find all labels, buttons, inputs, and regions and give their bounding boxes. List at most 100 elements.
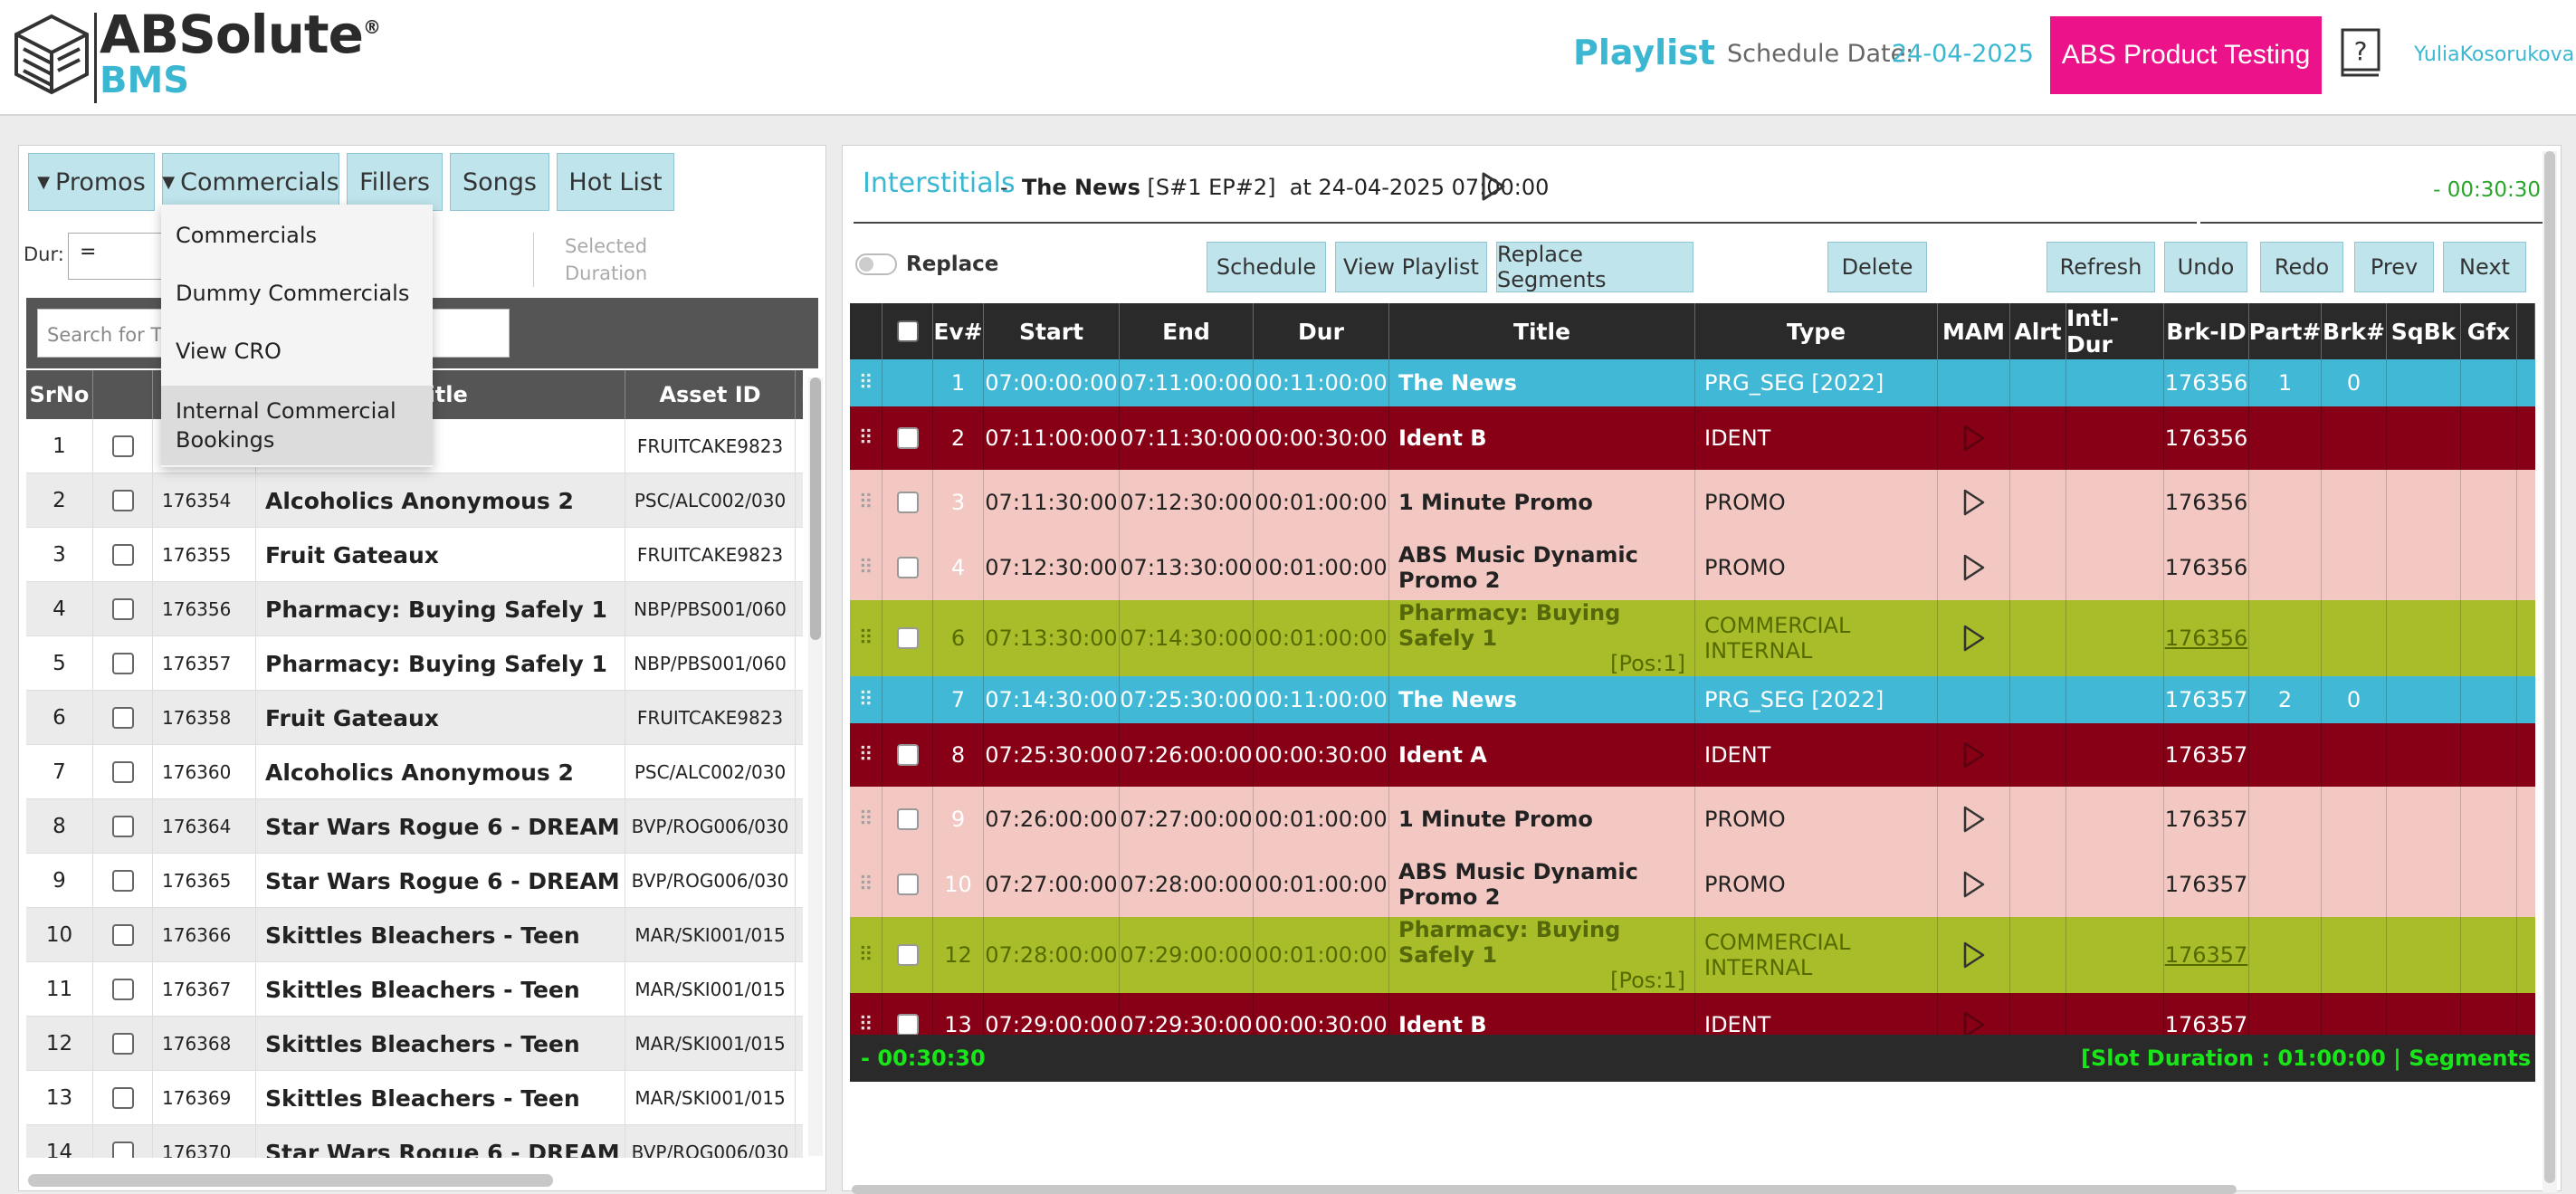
replace-toggle[interactable]: Replace [855,253,998,276]
row-checkbox[interactable] [111,870,134,892]
delete-button[interactable]: Delete [1827,242,1927,292]
username-link[interactable]: YuliaKosorukova [2414,43,2574,66]
row-checkbox[interactable] [896,1014,919,1036]
play-icon[interactable] [1961,805,1987,834]
table-row[interactable]: 7 176360 Alcoholics Anonymous 2 PSC/ALC002/… [26,745,803,799]
playlist-row-promo[interactable]: ⠿ 4 07:12:30:00 07:13:30:00 00:01:00:00 ABS M… [850,535,2535,600]
row-checkbox[interactable] [896,627,919,649]
play-icon[interactable] [1961,941,1987,970]
playlist-row-promo[interactable]: ⠿ 10 07:27:00:00 07:28:00:00 00:01:00:00 ABS … [850,852,2535,917]
break-id[interactable]: 176357 [2164,917,2249,993]
break-id[interactable]: 176356 [2164,600,2249,676]
table-row[interactable]: 2 176354 Alcoholics Anonymous 2 PSC/ALC002/… [26,473,803,528]
drag-handle-icon[interactable]: ⠿ [858,492,873,514]
playlist-row-promo[interactable]: ⠿ 9 07:26:00:00 07:27:00:00 00:01:00:00 1 Min… [850,787,2535,852]
horizontal-scroll-thumb[interactable] [28,1174,553,1187]
play-icon[interactable] [1961,488,1987,517]
drag-handle[interactable]: ⠿ [850,359,883,406]
refresh-button[interactable]: Refresh [2046,242,2155,292]
playlist-row-comm[interactable]: ⠿ 12 07:28:00:00 07:29:00:00 00:01:00:00 Phar… [850,917,2535,993]
help-book-icon[interactable]: ? [2339,27,2384,78]
table-row[interactable]: 6 176358 Fruit Gateaux FRUITCAKE9823 [26,691,803,745]
drag-handle-icon[interactable]: ⠿ [858,1014,873,1036]
drag-handle-icon[interactable]: ⠿ [858,874,873,896]
row-checkbox[interactable] [111,1087,134,1109]
horizontal-scroll-thumb[interactable] [852,1185,2237,1194]
playlist-row-promo[interactable]: ⠿ 3 07:11:30:00 07:12:30:00 00:01:00:00 1 Min… [850,470,2535,535]
drag-handle[interactable]: ⠿ [850,787,883,852]
col-asset-id[interactable]: Asset ID [625,370,796,419]
drag-handle[interactable]: ⠿ [850,535,883,600]
row-checkbox[interactable] [111,598,134,620]
row-checkbox[interactable] [111,544,134,566]
row-checkbox[interactable] [111,435,134,457]
row-checkbox[interactable] [896,808,919,830]
table-row[interactable]: 8 176364 Star Wars Rogue 6 - DREAM BVP/ROG0… [26,799,803,854]
drag-handle-icon[interactable]: ⠿ [858,808,873,831]
vertical-scroll-thumb[interactable] [2544,151,2555,1183]
drag-handle[interactable]: ⠿ [850,852,883,917]
playlist-row-seg[interactable]: ⠿ 1 07:00:00:00 07:11:00:00 00:11:00:00 The N… [850,359,2535,406]
row-checkbox[interactable] [111,979,134,1000]
menu-item-view-cro[interactable]: View CRO [161,328,433,375]
row-checkbox[interactable] [111,707,134,729]
play-icon[interactable] [1961,740,1987,769]
toggle-switch[interactable] [855,253,897,275]
row-checkbox[interactable] [896,492,919,513]
playlist-row-comm[interactable]: ⠿ 6 07:13:30:00 07:14:30:00 00:01:00:00 Pharm… [850,600,2535,676]
redo-button[interactable]: Redo [2260,242,2343,292]
vertical-scroll-thumb[interactable] [810,377,821,640]
row-checkbox[interactable] [111,761,134,783]
drag-handle-icon[interactable]: ⠿ [858,944,873,967]
play-icon[interactable] [1480,171,1507,202]
row-checkbox[interactable] [896,744,919,766]
play-icon[interactable] [1961,553,1987,582]
table-row[interactable]: 14 176370 Star Wars Rogue 6 - DREAM BVP/ROG… [26,1125,803,1158]
schedule-date-value[interactable]: 24-04-2025 [1892,40,2034,68]
drag-handle-icon[interactable]: ⠿ [858,427,873,450]
row-checkbox[interactable] [111,1033,134,1055]
playlist-row-ident[interactable]: ⠿ 8 07:25:30:00 07:26:00:00 00:00:30:00 Ident… [850,723,2535,787]
row-checkbox[interactable] [111,1141,134,1158]
row-checkbox[interactable] [896,557,919,578]
product-testing-button[interactable]: ABS Product Testing [2050,16,2322,94]
replace-segments-button[interactable]: Replace Segments [1496,242,1693,292]
undo-button[interactable]: Undo [2164,242,2247,292]
schedule-button[interactable]: Schedule [1207,242,1326,292]
drag-handle-icon[interactable]: ⠿ [858,372,873,395]
row-checkbox[interactable] [896,874,919,895]
menu-item-commercials[interactable]: Commercials [161,212,433,259]
play-icon[interactable] [1961,424,1987,453]
col-cb[interactable] [883,303,933,359]
table-row[interactable]: 3 176355 Fruit Gateaux FRUITCAKE9823 [26,528,803,582]
tab-fillers[interactable]: Fillers [347,153,443,211]
row-checkbox[interactable] [896,427,919,449]
playlist-row-seg[interactable]: ⠿ 7 07:14:30:00 07:25:30:00 00:11:00:00 The N… [850,676,2535,723]
tab-songs[interactable]: Songs [450,153,549,211]
drag-handle[interactable]: ⠿ [850,600,883,676]
col-srno[interactable]: SrNo [26,370,93,419]
drag-handle[interactable]: ⠿ [850,917,883,993]
row-checkbox[interactable] [896,944,919,966]
drag-handle[interactable]: ⠿ [850,676,883,723]
drag-handle-icon[interactable]: ⠿ [858,557,873,579]
drag-handle[interactable]: ⠿ [850,723,883,787]
play-icon[interactable] [1961,624,1987,653]
tab-commercials[interactable]: ▼ Commercials [162,153,339,211]
drag-handle-icon[interactable]: ⠿ [858,627,873,650]
drag-handle[interactable]: ⠿ [850,406,883,470]
row-checkbox[interactable] [111,816,134,837]
row-checkbox[interactable] [111,924,134,946]
row-checkbox[interactable] [111,653,134,674]
row-checkbox[interactable] [111,490,134,511]
menu-item-internal-commercial-bookings[interactable]: Internal Commercial Bookings [161,386,433,465]
drag-handle-icon[interactable]: ⠿ [858,744,873,767]
playlist-row-ident[interactable]: ⠿ 2 07:11:00:00 07:11:30:00 00:00:30:00 Ident… [850,406,2535,470]
menu-item-dummy-commercials[interactable]: Dummy Commercials [161,270,433,317]
tab-hot-list[interactable]: Hot List [557,153,674,211]
select-all-checkbox[interactable] [896,320,919,342]
view-playlist-button[interactable]: View Playlist [1335,242,1487,292]
table-row[interactable]: 4 176356 Pharmacy: Buying Safely 1 NBP/PBS0… [26,582,803,636]
table-row[interactable]: 9 176365 Star Wars Rogue 6 - DREAM BVP/ROG0… [26,854,803,908]
drag-handle-icon[interactable]: ⠿ [858,689,873,712]
